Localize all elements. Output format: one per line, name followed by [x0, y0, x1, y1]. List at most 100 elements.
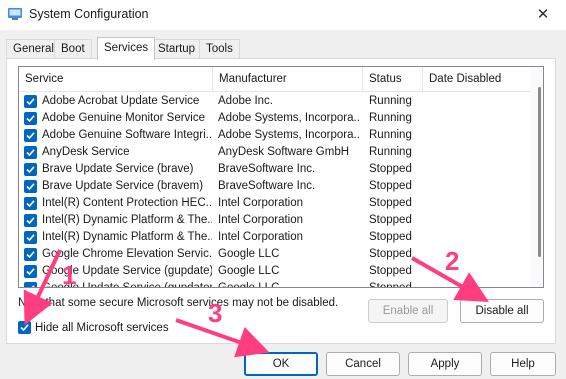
- tab-boot[interactable]: Boot: [54, 39, 92, 59]
- close-button[interactable]: ✕: [520, 0, 566, 30]
- checkmark-icon: [20, 324, 29, 332]
- service-status: Running: [369, 95, 412, 107]
- service-checkbox[interactable]: [24, 129, 37, 142]
- tab-tools[interactable]: Tools: [199, 39, 240, 59]
- service-checkbox[interactable]: [24, 146, 37, 159]
- service-status: Stopped: [369, 163, 412, 175]
- system-configuration-icon: [8, 8, 22, 20]
- checkmark-icon: [26, 115, 35, 123]
- checkmark-icon: [26, 183, 35, 191]
- service-status: Stopped: [369, 197, 412, 209]
- column-header-date-disabled[interactable]: Date Disabled: [423, 67, 532, 92]
- service-status: Stopped: [369, 265, 412, 277]
- service-rows: Adobe Acrobat Update Service Adobe Inc. Ru…: [19, 93, 532, 288]
- cancel-button[interactable]: Cancel: [326, 352, 400, 376]
- service-status: Running: [369, 112, 412, 124]
- service-name: Adobe Genuine Monitor Service: [42, 112, 206, 124]
- close-icon: ✕: [536, 6, 550, 23]
- service-status: Running: [369, 129, 412, 141]
- disable-all-button[interactable]: Disable all: [460, 299, 544, 323]
- column-header-status[interactable]: Status: [363, 67, 423, 92]
- window-title: System Configuration: [29, 7, 149, 21]
- table-row[interactable]: Adobe Genuine Monitor Service Adobe Syste…: [19, 110, 532, 127]
- service-status: Stopped: [369, 248, 412, 260]
- service-checkbox[interactable]: [24, 180, 37, 193]
- apply-button[interactable]: Apply: [408, 352, 482, 376]
- checkmark-icon: [26, 251, 35, 259]
- ok-button[interactable]: OK: [244, 352, 318, 376]
- service-status: Stopped: [369, 180, 412, 192]
- table-row[interactable]: AnyDesk Service AnyDesk Software GmbH Runn…: [19, 144, 532, 161]
- enable-all-button[interactable]: Enable all: [368, 299, 448, 323]
- service-manufacturer: Google LLC: [218, 248, 280, 260]
- service-status: Stopped: [369, 214, 412, 226]
- hide-microsoft-services-label: Hide all Microsoft services: [35, 322, 169, 334]
- service-checkbox[interactable]: [24, 95, 37, 108]
- service-status: Stopped: [369, 231, 412, 243]
- help-button[interactable]: Help: [490, 352, 556, 376]
- service-name: Google Chrome Elevation Servic...: [42, 248, 212, 260]
- table-row[interactable]: Google Update Service (gupdate) Google LL…: [19, 263, 532, 280]
- secure-services-note: Note that some secure Microsoft services…: [18, 297, 339, 309]
- table-row[interactable]: Google Chrome Elevation Servic... Google …: [19, 246, 532, 263]
- table-row[interactable]: Adobe Acrobat Update Service Adobe Inc. Ru…: [19, 93, 532, 110]
- service-checkbox[interactable]: [24, 112, 37, 125]
- service-name: Brave Update Service (brave): [42, 163, 194, 175]
- service-name: AnyDesk Service: [42, 146, 130, 158]
- table-row[interactable]: Google Update Service (gupdatem) Google L…: [19, 280, 532, 288]
- tab-startup[interactable]: Startup: [151, 39, 203, 59]
- checkmark-icon: [26, 234, 35, 242]
- table-row[interactable]: Brave Update Service (brave) BraveSoftwar…: [19, 161, 532, 178]
- service-manufacturer: BraveSoftware Inc.: [218, 180, 316, 192]
- tab-services[interactable]: Services: [97, 37, 156, 60]
- checkmark-icon: [26, 132, 35, 140]
- service-checkbox[interactable]: [24, 282, 37, 287]
- service-manufacturer: AnyDesk Software GmbH: [218, 146, 350, 158]
- table-row[interactable]: Intel(R) Content Protection HEC... Intel …: [19, 195, 532, 212]
- service-name: Intel(R) Content Protection HEC...: [42, 197, 212, 209]
- service-manufacturer: Adobe Systems, Incorpora...: [218, 112, 360, 124]
- service-manufacturer: BraveSoftware Inc.: [218, 163, 316, 175]
- checkmark-icon: [26, 98, 35, 106]
- service-name: Google Update Service (gupdate): [42, 265, 212, 277]
- service-name: Intel(R) Dynamic Platform & The...: [42, 231, 212, 243]
- checkmark-icon: [26, 200, 35, 208]
- service-manufacturer: Google LLC: [218, 282, 280, 288]
- service-name: Adobe Genuine Software Integri...: [42, 129, 212, 141]
- checkmark-icon: [31, 285, 35, 287]
- tab-general[interactable]: General: [6, 39, 61, 59]
- service-name: Intel(R) Dynamic Platform & The...: [42, 214, 212, 226]
- column-header-service[interactable]: Service: [19, 67, 213, 92]
- table-row[interactable]: Adobe Genuine Software Integri... Adobe S…: [19, 127, 532, 144]
- service-name: Google Update Service (gupdatem): [42, 282, 212, 288]
- list-header: Service Manufacturer Status Date Disable…: [19, 67, 543, 92]
- service-checkbox[interactable]: [24, 197, 37, 210]
- column-header-manufacturer[interactable]: Manufacturer: [213, 67, 363, 92]
- hide-microsoft-services-checkbox[interactable]: [18, 321, 31, 334]
- service-checkbox[interactable]: [24, 214, 37, 227]
- service-checkbox[interactable]: [24, 265, 37, 278]
- service-manufacturer: Adobe Inc.: [218, 95, 273, 107]
- service-checkbox[interactable]: [24, 231, 37, 244]
- service-manufacturer: Intel Corporation: [218, 231, 304, 243]
- table-row[interactable]: Intel(R) Dynamic Platform & The... Intel …: [19, 229, 532, 246]
- service-checkbox[interactable]: [24, 163, 37, 176]
- services-list[interactable]: Service Manufacturer Status Date Disable…: [18, 66, 544, 288]
- checkmark-icon: [26, 149, 35, 157]
- service-status: Running: [369, 146, 412, 158]
- table-row[interactable]: Intel(R) Dynamic Platform & The... Intel …: [19, 212, 532, 229]
- service-manufacturer: Adobe Systems, Incorpora...: [218, 129, 360, 141]
- checkmark-icon: [26, 217, 35, 225]
- service-manufacturer: Intel Corporation: [218, 197, 304, 209]
- vertical-scrollbar-track[interactable]: [531, 67, 543, 287]
- service-manufacturer: Intel Corporation: [218, 214, 304, 226]
- service-manufacturer: Google LLC: [218, 265, 280, 277]
- service-name: Adobe Acrobat Update Service: [42, 95, 200, 107]
- title-bar: System Configuration ✕: [0, 0, 566, 30]
- service-status: Stopped: [369, 282, 412, 288]
- checkmark-icon: [26, 268, 35, 276]
- service-name: Brave Update Service (bravem): [42, 180, 204, 192]
- service-checkbox[interactable]: [24, 248, 37, 261]
- vertical-scrollbar-thumb[interactable]: [538, 87, 541, 257]
- table-row[interactable]: Brave Update Service (bravem) BraveSoftwa…: [19, 178, 532, 195]
